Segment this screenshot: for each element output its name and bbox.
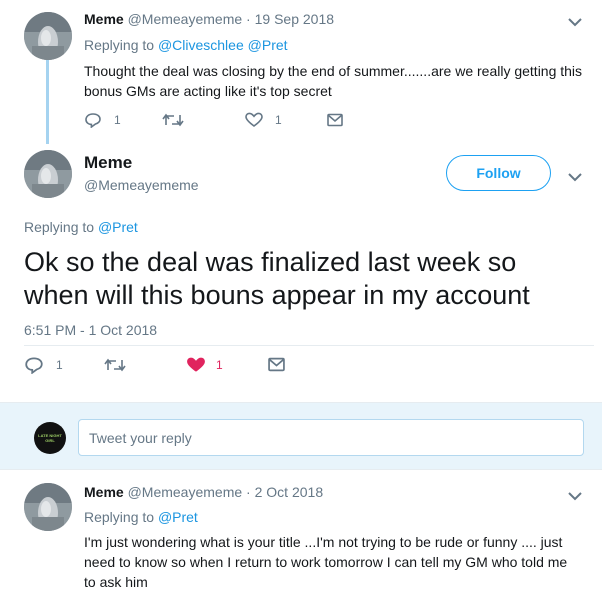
mention-link[interactable]: @Pret [248,37,288,53]
like-count: 1 [216,358,223,372]
thread-line [46,60,49,144]
dm-button[interactable] [327,113,343,127]
replying-label: Replying to [84,37,155,53]
author-handle[interactable]: @Memeayememe [84,177,199,193]
caret-menu[interactable] [568,169,582,187]
retweet-button[interactable] [104,358,126,372]
avatar-text: GIRL [45,438,55,443]
separator: · [246,484,251,500]
retweet-button[interactable] [162,113,184,127]
chevron-down-icon [568,492,582,501]
avatar[interactable] [24,483,72,531]
follow-label: Follow [476,165,521,181]
author-handle[interactable]: @Memeayememe [128,11,243,27]
author-name[interactable]: Meme [84,11,124,27]
reply-button[interactable]: 1 [24,356,63,374]
reply-composer: LATE NIGHT GIRL Tweet your reply [0,402,602,470]
author-name[interactable]: Meme [84,153,132,173]
like-button[interactable]: 1 [186,356,223,374]
chevron-down-icon [568,18,582,27]
chevron-down-icon [568,173,582,182]
like-count: 1 [275,113,282,127]
avatar[interactable] [24,12,72,60]
retweet-icon [162,113,184,127]
reply-count: 1 [56,358,63,372]
reply-count: 1 [114,113,121,127]
envelope-icon [268,357,285,372]
reply-button[interactable]: 1 [84,112,121,128]
author-name[interactable]: Meme [84,484,124,500]
avatar[interactable]: LATE NIGHT GIRL [34,422,66,454]
heart-icon [187,357,205,372]
reply-icon [85,113,101,128]
reply-icon [25,357,43,374]
author-handle[interactable]: @Memeayememe [128,484,243,500]
reply-placeholder: Tweet your reply [89,429,192,446]
divider [24,345,594,346]
caret-menu[interactable] [568,488,582,506]
mention-link[interactable]: @Pret [98,219,138,235]
caret-menu[interactable] [568,14,582,32]
dm-button[interactable] [268,357,285,372]
avatar[interactable] [24,150,72,198]
mention-link[interactable]: @Cliveschlee [158,37,244,53]
tweet-timestamp[interactable]: 6:51 PM - 1 Oct 2018 [24,322,157,338]
follow-button[interactable]: Follow [446,155,551,191]
tweet-text: Ok so the deal was finalized last week s… [24,247,530,310]
replying-label: Replying to [84,509,155,525]
heart-icon [245,112,263,127]
tweet-text: I'm just wondering what is your title ..… [84,534,568,590]
envelope-icon [327,113,343,127]
tweet-date[interactable]: 2 Oct 2018 [255,484,324,500]
tweet-date[interactable]: 19 Sep 2018 [255,11,334,27]
like-button[interactable]: 1 [245,112,282,128]
replying-label: Replying to [24,219,95,235]
separator: · [246,11,251,27]
reply-input[interactable]: Tweet your reply [78,419,584,456]
tweet-text: Thought the deal was closing by the end … [84,63,583,99]
retweet-icon [104,358,126,372]
mention-link[interactable]: @Pret [158,509,198,525]
